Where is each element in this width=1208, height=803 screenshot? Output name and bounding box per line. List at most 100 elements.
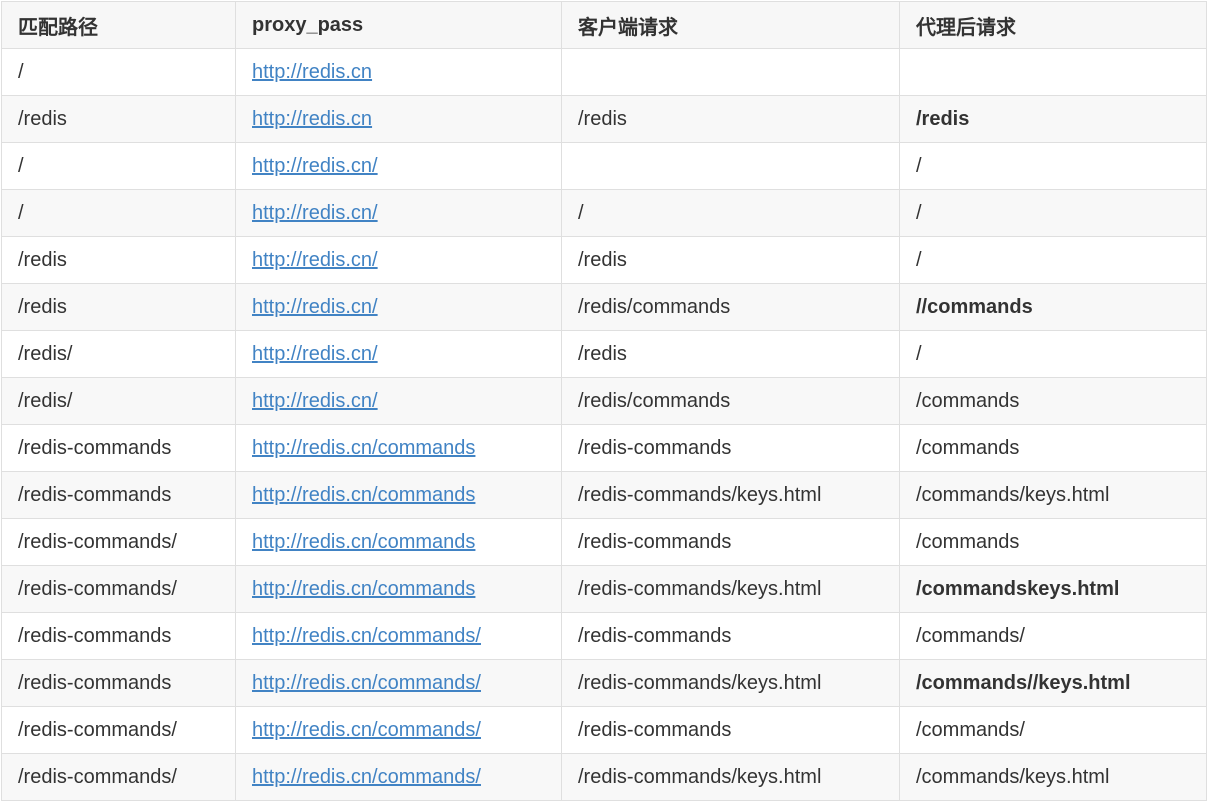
cell-match-path: /redis-commands xyxy=(1,659,236,707)
cell-proxy-pass: http://redis.cn/commands xyxy=(235,565,562,613)
cell-match-path: /redis/ xyxy=(1,330,236,378)
cell-proxy-pass: http://redis.cn/commands xyxy=(235,424,562,472)
cell-client-request xyxy=(561,142,900,190)
proxy-pass-link[interactable]: http://redis.cn xyxy=(252,108,372,130)
cell-proxied-request: /commands/keys.html xyxy=(899,753,1207,801)
cell-match-path: /redis-commands xyxy=(1,471,236,519)
header-match-path: 匹配路径 xyxy=(1,1,236,49)
table-row: /redis-commands/http://redis.cn/commands… xyxy=(1,565,1207,613)
table-row: /redis-commands/http://redis.cn/commands… xyxy=(1,706,1207,754)
table-row: /redis-commands http://redis.cn/commands/… xyxy=(1,612,1207,660)
cell-match-path: /redis xyxy=(1,283,236,331)
table-row: /redis/http://redis.cn//redis / xyxy=(1,330,1207,378)
cell-proxied-request: /commands xyxy=(899,518,1207,566)
header-client-request: 客户端请求 xyxy=(561,1,900,49)
cell-proxy-pass: http://redis.cn/commands/ xyxy=(235,612,562,660)
cell-client-request: /redis-commands/keys.html xyxy=(561,565,900,613)
table-row: /redis http://redis.cn/redis/redis xyxy=(1,95,1207,143)
cell-proxy-pass: http://redis.cn/ xyxy=(235,142,562,190)
cell-proxy-pass: http://redis.cn/ xyxy=(235,236,562,284)
table-row: /redis/http://redis.cn/ /redis/commands/c… xyxy=(1,377,1207,425)
proxy-pass-link[interactable]: http://redis.cn/ xyxy=(252,155,378,177)
cell-proxy-pass: http://redis.cn/ xyxy=(235,377,562,425)
table-row: /redis http://redis.cn/ /redis/commands//c… xyxy=(1,283,1207,331)
table-row: /redis-commands http://redis.cn/commands /… xyxy=(1,471,1207,519)
cell-proxied-request: / xyxy=(899,142,1207,190)
header-proxied-request: 代理后请求 xyxy=(899,1,1207,49)
table-header: 匹配路径 proxy_pass 客户端请求 代理后请求 xyxy=(1,1,1207,49)
cell-proxied-request: /commands/ xyxy=(899,612,1207,660)
proxy-pass-link[interactable]: http://redis.cn/commands/ xyxy=(252,719,481,741)
cell-match-path: /redis xyxy=(1,236,236,284)
cell-client-request: /redis-commands/keys.html xyxy=(561,659,900,707)
table-row: / http://redis.cn xyxy=(1,48,1207,96)
table-row: /redis http://redis.cn//redis / xyxy=(1,236,1207,284)
cell-proxied-request: /commands xyxy=(899,377,1207,425)
cell-proxied-request: /commands xyxy=(899,424,1207,472)
proxy-pass-link[interactable]: http://redis.cn/commands/ xyxy=(252,672,481,694)
proxy-pass-link[interactable]: http://redis.cn/ xyxy=(252,296,378,318)
cell-client-request: /redis-commands xyxy=(561,706,900,754)
cell-match-path: / xyxy=(1,189,236,237)
cell-client-request: /redis-commands xyxy=(561,424,900,472)
cell-client-request: /redis-commands xyxy=(561,612,900,660)
cell-proxy-pass: http://redis.cn/commands/ xyxy=(235,753,562,801)
cell-match-path: / xyxy=(1,142,236,190)
proxy-pass-link[interactable]: http://redis.cn/commands/ xyxy=(252,766,481,788)
table-body: / http://redis.cn/redis http://redis.cn/re… xyxy=(1,48,1207,801)
cell-match-path: /redis-commands xyxy=(1,424,236,472)
cell-match-path: /redis-commands xyxy=(1,612,236,660)
header-proxy-pass: proxy_pass xyxy=(235,1,562,49)
cell-proxy-pass: http://redis.cn/ xyxy=(235,283,562,331)
proxy-pass-link[interactable]: http://redis.cn/ xyxy=(252,390,378,412)
cell-proxied-request: /commands//keys.html xyxy=(899,659,1207,707)
cell-proxied-request: /commands/keys.html xyxy=(899,471,1207,519)
cell-proxied-request: / xyxy=(899,189,1207,237)
cell-proxied-request: /commands/ xyxy=(899,706,1207,754)
table-row: /redis-commands/http://redis.cn/commands… xyxy=(1,753,1207,801)
proxy-pass-table: 匹配路径 proxy_pass 客户端请求 代理后请求 / http://redi… xyxy=(1,1,1207,801)
cell-proxy-pass: http://redis.cn xyxy=(235,48,562,96)
cell-proxy-pass: http://redis.cn/commands/ xyxy=(235,659,562,707)
cell-proxied-request: /redis xyxy=(899,95,1207,143)
proxy-pass-link[interactable]: http://redis.cn/commands/ xyxy=(252,625,481,647)
proxy-pass-link[interactable]: http://redis.cn/ xyxy=(252,249,378,271)
header-row: 匹配路径 proxy_pass 客户端请求 代理后请求 xyxy=(1,1,1207,49)
cell-match-path: /redis-commands/ xyxy=(1,518,236,566)
proxy-pass-link[interactable]: http://redis.cn/commands xyxy=(252,578,475,600)
cell-client-request: /redis/commands xyxy=(561,283,900,331)
cell-proxy-pass: http://redis.cn/commands xyxy=(235,471,562,519)
cell-proxy-pass: http://redis.cn/commands xyxy=(235,518,562,566)
proxy-pass-link[interactable]: http://redis.cn/commands xyxy=(252,531,475,553)
cell-proxied-request xyxy=(899,48,1207,96)
table-row: /redis-commands http://redis.cn/commands /… xyxy=(1,424,1207,472)
proxy-pass-link[interactable]: http://redis.cn/ xyxy=(252,343,378,365)
cell-match-path: /redis-commands/ xyxy=(1,753,236,801)
cell-match-path: /redis/ xyxy=(1,377,236,425)
proxy-pass-link[interactable]: http://redis.cn xyxy=(252,61,372,83)
cell-client-request: /redis-commands xyxy=(561,518,900,566)
table-row: / http://redis.cn/ / xyxy=(1,142,1207,190)
cell-client-request: /redis xyxy=(561,330,900,378)
cell-proxied-request: / xyxy=(899,236,1207,284)
cell-match-path: /redis xyxy=(1,95,236,143)
table-row: / http://redis.cn// / xyxy=(1,189,1207,237)
table-row: /redis-commands http://redis.cn/commands/… xyxy=(1,659,1207,707)
cell-client-request: /redis xyxy=(561,236,900,284)
cell-proxy-pass: http://redis.cn/commands/ xyxy=(235,706,562,754)
cell-client-request: /redis-commands/keys.html xyxy=(561,471,900,519)
cell-client-request: / xyxy=(561,189,900,237)
cell-proxied-request: / xyxy=(899,330,1207,378)
cell-client-request: /redis-commands/keys.html xyxy=(561,753,900,801)
proxy-pass-link[interactable]: http://redis.cn/ xyxy=(252,202,378,224)
cell-match-path: /redis-commands/ xyxy=(1,706,236,754)
cell-match-path: / xyxy=(1,48,236,96)
cell-client-request xyxy=(561,48,900,96)
cell-client-request: /redis xyxy=(561,95,900,143)
proxy-pass-link[interactable]: http://redis.cn/commands xyxy=(252,484,475,506)
proxy-pass-link[interactable]: http://redis.cn/commands xyxy=(252,437,475,459)
cell-proxy-pass: http://redis.cn xyxy=(235,95,562,143)
cell-client-request: /redis/commands xyxy=(561,377,900,425)
cell-proxied-request: //commands xyxy=(899,283,1207,331)
cell-proxied-request: /commandskeys.html xyxy=(899,565,1207,613)
